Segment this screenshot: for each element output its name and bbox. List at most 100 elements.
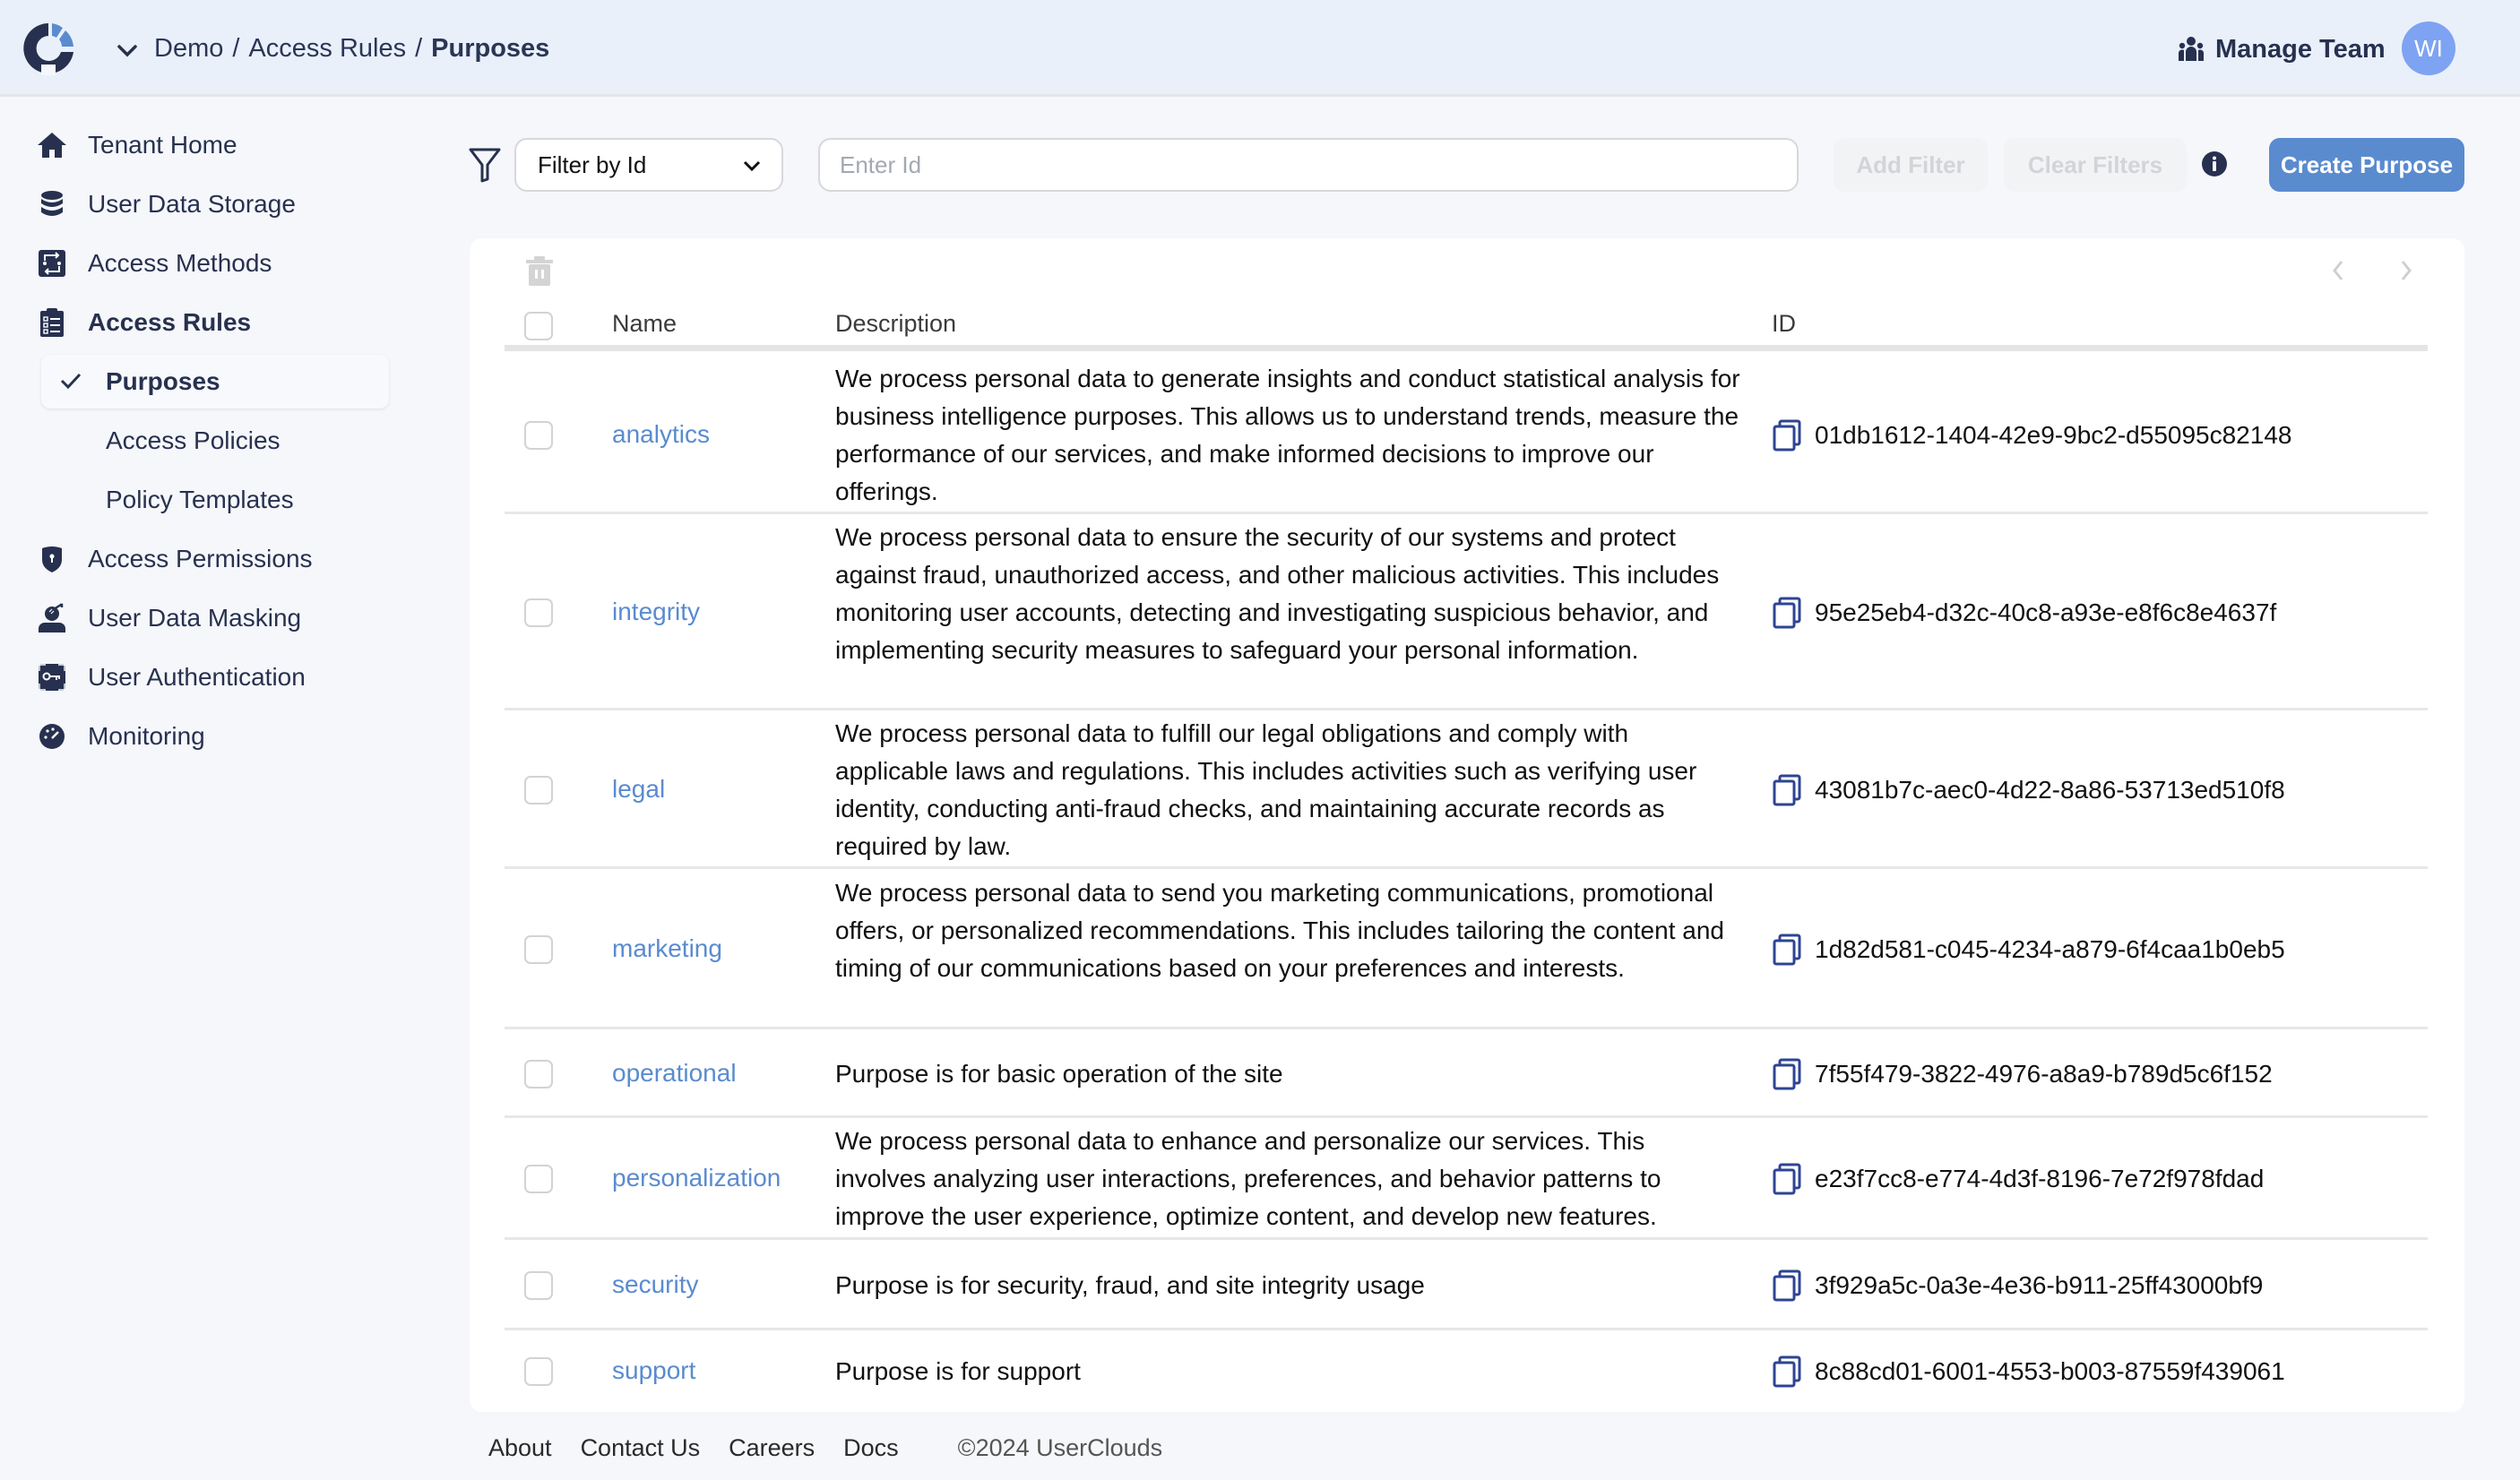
sidebar-item-label: Access Methods bbox=[88, 249, 272, 277]
column-header-description: Description bbox=[835, 310, 957, 337]
table-row: security Purpose is for security, fraud, … bbox=[505, 1240, 2428, 1330]
key-icon bbox=[36, 661, 68, 693]
footer-copyright: ©2024 UserClouds bbox=[957, 1433, 1163, 1461]
footer-link-careers[interactable]: Careers bbox=[729, 1434, 815, 1462]
gauge-icon bbox=[36, 720, 68, 753]
purpose-description: Purpose is for basic operation of the si… bbox=[835, 1059, 1283, 1088]
footer-link-contact-us[interactable]: Contact Us bbox=[581, 1434, 701, 1462]
row-checkbox[interactable] bbox=[524, 1059, 553, 1088]
sidebar-item-label: Access Rules bbox=[88, 308, 252, 336]
copy-icon[interactable] bbox=[1772, 774, 1802, 806]
chevron-down-icon bbox=[743, 160, 761, 172]
id-filter-input[interactable] bbox=[818, 138, 1799, 192]
breadcrumb-access-rules[interactable]: Access Rules bbox=[248, 34, 406, 64]
purpose-description: We process personal data to send you mar… bbox=[835, 878, 1724, 982]
database-icon bbox=[36, 188, 68, 220]
sidebar-subitem-label: Purposes bbox=[106, 367, 220, 395]
sidebar-subitem-label: Policy Templates bbox=[106, 486, 294, 513]
copy-icon[interactable] bbox=[1772, 597, 1802, 629]
filter-icon[interactable] bbox=[468, 147, 502, 183]
add-filter-button[interactable]: Add Filter bbox=[1834, 138, 1988, 192]
trash-icon[interactable] bbox=[523, 254, 556, 287]
purpose-id-cell: 7f55f479-3822-4976-a8a9-b789d5c6f152 bbox=[1772, 1056, 2273, 1092]
copy-icon[interactable] bbox=[1772, 419, 1802, 452]
breadcrumb-separator: / bbox=[415, 33, 423, 63]
row-checkbox[interactable] bbox=[524, 1270, 553, 1300]
table-row: operational Purpose is for basic operatio… bbox=[505, 1029, 2428, 1118]
chevron-right-icon[interactable] bbox=[2393, 254, 2420, 287]
sidebar-item-tenant-home[interactable]: Tenant Home bbox=[36, 123, 237, 168]
info-icon[interactable] bbox=[2201, 151, 2228, 177]
purpose-id-cell: 01db1612-1404-42e9-9bc2-d55095c82148 bbox=[1772, 417, 2291, 453]
footer-link-about[interactable]: About bbox=[488, 1434, 552, 1462]
sidebar-subitem-policy-templates[interactable]: Policy Templates bbox=[41, 473, 389, 527]
filter-by-select[interactable]: Filter by Id bbox=[514, 138, 783, 192]
breadcrumb-purposes: Purposes bbox=[431, 33, 550, 63]
home-icon bbox=[36, 129, 68, 161]
purposes-table: Name Description ID analytics We process … bbox=[470, 238, 2464, 1412]
manage-team-button[interactable]: Manage Team bbox=[2178, 30, 2386, 68]
purpose-id: 01db1612-1404-42e9-9bc2-d55095c82148 bbox=[1815, 421, 2292, 449]
user-avatar[interactable]: WI bbox=[2402, 22, 2455, 75]
chevron-down-icon[interactable] bbox=[115, 39, 140, 61]
purpose-name-link[interactable]: security bbox=[612, 1270, 698, 1299]
sidebar-item-label: User Data Storage bbox=[88, 190, 296, 218]
purpose-name-link[interactable]: support bbox=[612, 1356, 695, 1385]
sidebar-item-label: User Data Masking bbox=[88, 604, 302, 632]
footer-link-docs[interactable]: Docs bbox=[843, 1434, 899, 1462]
row-checkbox[interactable] bbox=[524, 775, 553, 805]
sidebar-item-user-authentication[interactable]: User Authentication bbox=[36, 655, 306, 700]
chevron-left-icon[interactable] bbox=[2325, 254, 2352, 287]
purpose-id-cell: 1d82d581-c045-4234-a879-6f4caa1b0eb5 bbox=[1772, 932, 2285, 968]
purpose-name-link[interactable]: integrity bbox=[612, 598, 700, 626]
purpose-description: We process personal data to fulfill our … bbox=[835, 718, 1697, 860]
purpose-description: We process personal data to ensure the s… bbox=[835, 522, 1720, 664]
copy-icon[interactable] bbox=[1772, 1269, 1802, 1302]
purpose-id-cell: 8c88cd01-6001-4553-b003-87559f439061 bbox=[1772, 1354, 2285, 1390]
purpose-name-link[interactable]: marketing bbox=[612, 934, 722, 963]
purpose-name-link[interactable]: analytics bbox=[612, 420, 710, 449]
purpose-description: Purpose is for support bbox=[835, 1356, 1081, 1385]
footer: About Contact Us Careers Docs ©2024 User… bbox=[488, 1430, 1162, 1466]
row-checkbox[interactable] bbox=[524, 934, 553, 964]
sidebar-subitem-purposes[interactable]: Purposes bbox=[41, 355, 389, 409]
sidebar-item-user-data-storage[interactable]: User Data Storage bbox=[36, 182, 296, 227]
purpose-name-link[interactable]: operational bbox=[612, 1059, 737, 1088]
sidebar-item-access-permissions[interactable]: Access Permissions bbox=[36, 537, 313, 581]
purpose-id: 1d82d581-c045-4234-a879-6f4caa1b0eb5 bbox=[1815, 934, 2285, 963]
row-checkbox[interactable] bbox=[524, 421, 553, 450]
select-all-checkbox[interactable] bbox=[524, 312, 553, 340]
clipboard-list-icon bbox=[36, 306, 68, 339]
sidebar-item-label: Monitoring bbox=[88, 722, 205, 750]
purpose-id: e23f7cc8-e774-4d3f-8196-7e72f978fdad bbox=[1815, 1165, 2265, 1192]
purpose-id: 3f929a5c-0a3e-4e36-b911-25ff43000bf9 bbox=[1815, 1270, 2264, 1299]
row-checkbox[interactable] bbox=[524, 1356, 553, 1386]
top-bar: Demo / Access Rules / Purposes Manage Te… bbox=[0, 0, 2520, 97]
purpose-description: Purpose is for security, fraud, and site… bbox=[835, 1270, 1425, 1299]
copy-icon[interactable] bbox=[1772, 1355, 1802, 1388]
row-checkbox[interactable] bbox=[524, 1165, 553, 1193]
checkmark-icon bbox=[60, 373, 82, 390]
filter-select-value: Filter by Id bbox=[538, 151, 647, 178]
copy-icon[interactable] bbox=[1772, 934, 1802, 966]
usercloud-logo-icon[interactable] bbox=[20, 20, 77, 77]
copy-icon[interactable] bbox=[1772, 1163, 1802, 1195]
row-checkbox[interactable] bbox=[524, 598, 553, 627]
purpose-id: 43081b7c-aec0-4d22-8a86-53713ed510f8 bbox=[1815, 775, 2285, 804]
table-row: integrity We process personal data to ens… bbox=[505, 514, 2428, 710]
sidebar-item-monitoring[interactable]: Monitoring bbox=[36, 714, 205, 759]
breadcrumb-demo[interactable]: Demo bbox=[154, 34, 223, 64]
manage-team-label: Manage Team bbox=[2215, 34, 2386, 64]
sidebar-subitem-access-policies[interactable]: Access Policies bbox=[41, 414, 389, 468]
purpose-description: We process personal data to generate ins… bbox=[835, 365, 1740, 505]
purpose-id: 8c88cd01-6001-4553-b003-87559f439061 bbox=[1815, 1356, 2285, 1385]
sidebar-item-access-rules[interactable]: Access Rules bbox=[36, 300, 251, 345]
copy-icon[interactable] bbox=[1772, 1058, 1802, 1090]
purpose-name-link[interactable]: legal bbox=[612, 775, 665, 804]
purpose-name-link[interactable]: personalization bbox=[612, 1164, 781, 1192]
create-purpose-button[interactable]: Create Purpose bbox=[2269, 138, 2464, 192]
sidebar-item-label: Tenant Home bbox=[88, 131, 237, 159]
sidebar-item-user-data-masking[interactable]: User Data Masking bbox=[36, 596, 301, 641]
clear-filters-button[interactable]: Clear Filters bbox=[2004, 138, 2187, 192]
sidebar-item-access-methods[interactable]: Access Methods bbox=[36, 241, 272, 286]
